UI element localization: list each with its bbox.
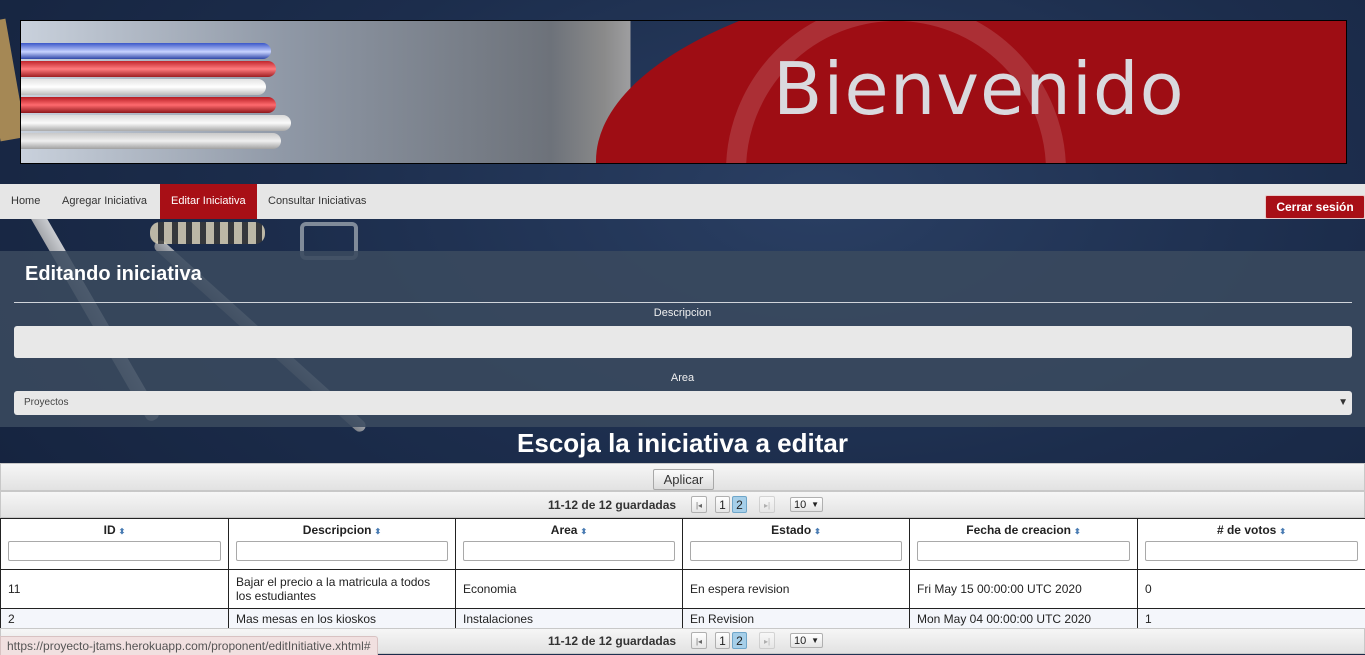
- cell-votos: 0: [1138, 570, 1365, 609]
- menu-item-agregar-iniciativa[interactable]: Agregar Iniciativa: [51, 184, 158, 219]
- sort-icon: ⬍: [580, 527, 587, 536]
- cell-descripcion: Mas mesas en los kioskos: [229, 609, 456, 630]
- filter-input-area[interactable]: [463, 541, 675, 561]
- header-banner: Bienvenido: [20, 20, 1347, 164]
- cell-votos: 1: [1138, 609, 1365, 630]
- cell-fecha: Mon May 04 00:00:00 UTC 2020: [910, 609, 1138, 630]
- filter-input-descripcion[interactable]: [236, 541, 448, 561]
- paginator-summary: 11-12 de 12 guardadas: [548, 498, 676, 512]
- filter-input-estado[interactable]: [690, 541, 902, 561]
- sort-icon: ⬍: [375, 527, 382, 536]
- column-header-area[interactable]: Area⬍: [456, 519, 683, 570]
- form-title: Editando iniciativa: [25, 263, 202, 286]
- table-header-bar: Aplicar: [0, 463, 1365, 491]
- initiatives-datatable: Aplicar 11-12 de 12 guardadas |◂ 1 2 ▸| …: [0, 463, 1365, 654]
- data-table: ID⬍ Descripcion⬍ Area⬍ Estado⬍ Fecha de …: [0, 518, 1365, 630]
- page-1-button[interactable]: 1: [715, 632, 730, 649]
- rows-per-page-select[interactable]: 10 ▼: [790, 633, 823, 648]
- rows-per-page-select[interactable]: 10 ▼: [790, 497, 823, 512]
- cell-area: Economia: [456, 570, 683, 609]
- cell-estado: En espera revision: [683, 570, 910, 609]
- first-page-icon[interactable]: |◂: [691, 632, 707, 649]
- chevron-down-icon: ▼: [811, 498, 819, 512]
- filter-input-fecha[interactable]: [917, 541, 1130, 561]
- area-label: Area: [0, 372, 1365, 384]
- chevron-down-icon: ▼: [1338, 391, 1348, 415]
- paginator-top: 11-12 de 12 guardadas |◂ 1 2 ▸| 10 ▼: [0, 491, 1365, 518]
- area-selected-value: Proyectos: [24, 397, 68, 408]
- cell-id: 2: [1, 609, 229, 630]
- table-row[interactable]: 11 Bajar el precio a la matricula a todo…: [1, 570, 1365, 609]
- edit-form-panel: Editando iniciativa Descripcion Area Pro…: [0, 251, 1365, 427]
- page-2-button[interactable]: 2: [732, 632, 747, 649]
- description-label: Descripcion: [0, 307, 1365, 319]
- column-header-descripcion[interactable]: Descripcion⬍: [229, 519, 456, 570]
- column-header-estado[interactable]: Estado⬍: [683, 519, 910, 570]
- table-row[interactable]: 2 Mas mesas en los kioskos Instalaciones…: [1, 609, 1365, 630]
- status-bar-url: https://proyecto-jtams.herokuapp.com/pro…: [0, 636, 378, 655]
- rows-per-page-value: 10: [794, 635, 806, 647]
- sort-icon: ⬍: [814, 527, 821, 536]
- banner-title: Bienvenido: [773, 47, 1185, 131]
- first-page-icon[interactable]: |◂: [691, 496, 707, 513]
- filter-input-id[interactable]: [8, 541, 221, 561]
- cell-descripcion: Bajar el precio a la matricula a todos l…: [229, 570, 456, 609]
- cell-area: Instalaciones: [456, 609, 683, 630]
- last-page-icon[interactable]: ▸|: [759, 496, 775, 513]
- rows-per-page-value: 10: [794, 499, 806, 511]
- column-header-votos[interactable]: # de votos⬍: [1138, 519, 1365, 570]
- description-input[interactable]: [14, 326, 1352, 358]
- sort-icon: ⬍: [1074, 527, 1081, 536]
- last-page-icon[interactable]: ▸|: [759, 632, 775, 649]
- sort-icon: ⬍: [119, 527, 126, 536]
- page-2-button[interactable]: 2: [732, 496, 747, 513]
- cell-id: 11: [1, 570, 229, 609]
- tape-decoration: [150, 222, 265, 244]
- apply-button[interactable]: Aplicar: [653, 469, 714, 490]
- menu-item-editar-iniciativa[interactable]: Editar Iniciativa: [160, 184, 257, 219]
- sort-icon: ⬍: [1279, 527, 1286, 536]
- menu-item-home[interactable]: Home: [0, 184, 51, 219]
- main-menu: Home Agregar Iniciativa Editar Iniciativ…: [0, 184, 1365, 219]
- paginator-summary: 11-12 de 12 guardadas: [548, 634, 676, 648]
- chevron-down-icon: ▼: [811, 634, 819, 648]
- cell-fecha: Fri May 15 00:00:00 UTC 2020: [910, 570, 1138, 609]
- section-title: Escoja la iniciativa a editar: [0, 428, 1365, 459]
- logout-button[interactable]: Cerrar sesión: [1265, 195, 1365, 219]
- page-1-button[interactable]: 1: [715, 496, 730, 513]
- divider: [14, 302, 1352, 303]
- filter-input-votos[interactable]: [1145, 541, 1358, 561]
- column-header-fecha[interactable]: Fecha de creacion⬍: [910, 519, 1138, 570]
- cell-estado: En Revision: [683, 609, 910, 630]
- area-select[interactable]: Proyectos ▼: [14, 391, 1352, 415]
- books-image: [21, 43, 291, 163]
- menu-item-consultar-iniciativas[interactable]: Consultar Iniciativas: [257, 184, 377, 219]
- column-header-id[interactable]: ID⬍: [1, 519, 229, 570]
